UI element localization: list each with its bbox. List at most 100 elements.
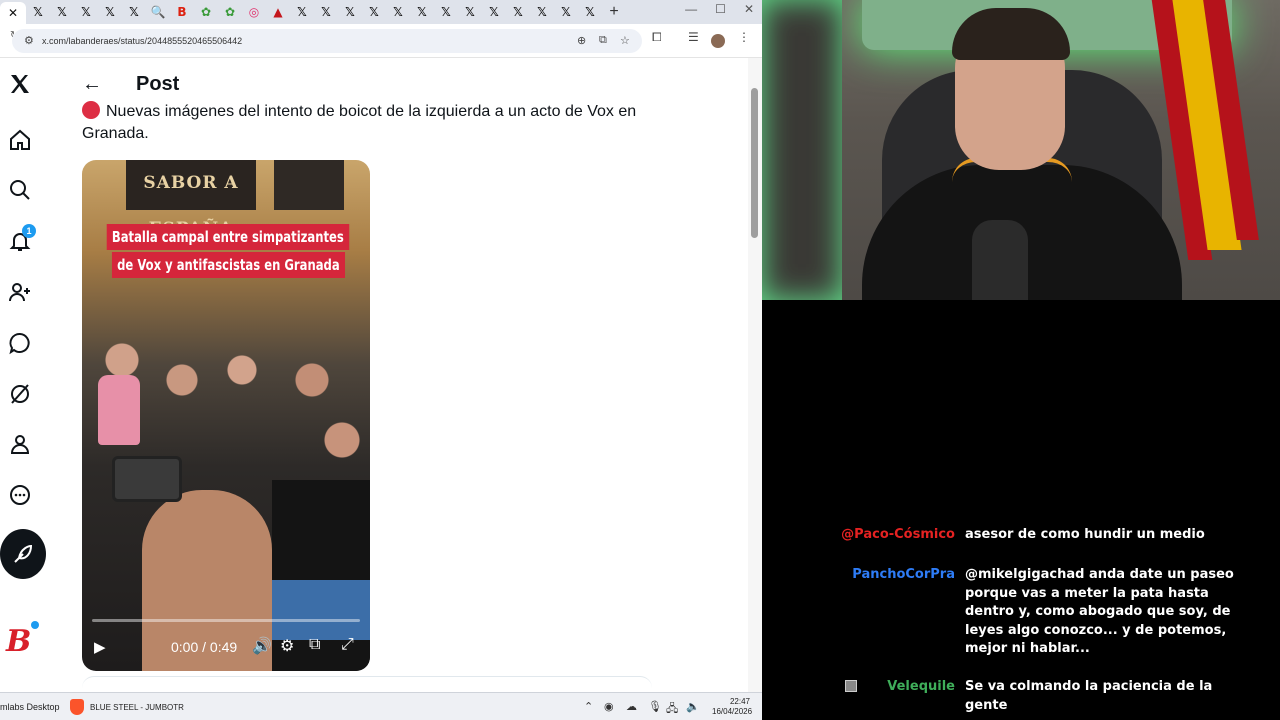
- red-circle-emoji-icon: [82, 101, 100, 119]
- search-icon[interactable]: [6, 176, 34, 204]
- video-progress-bar[interactable]: [92, 619, 360, 622]
- tray-app-icon[interactable]: ◉: [604, 700, 614, 713]
- messages-icon[interactable]: [6, 329, 34, 357]
- x-logo-icon[interactable]: 𝕏: [50, 2, 74, 22]
- post-text: Nuevas imágenes del intento de boicot de…: [82, 101, 642, 145]
- x-logo-icon[interactable]: 𝕏: [458, 2, 482, 22]
- bookmark-star-icon[interactable]: ☆: [620, 34, 630, 47]
- headline-line-2: de Vox y antifascistas en Granada: [111, 252, 345, 278]
- bluesky-b-icon[interactable]: B: [170, 2, 194, 22]
- x-logo-icon[interactable]: 𝕏: [554, 2, 578, 22]
- taskbar: mlabs Desktop BLUE STEEL - JUMBOTR ⌃ ◉ ☁…: [0, 692, 762, 720]
- address-bar[interactable]: ⚙ x.com/labanderaes/status/2044855520465…: [12, 29, 642, 53]
- reading-list-icon[interactable]: ☰: [688, 30, 699, 44]
- post-body: Nuevas imágenes del intento de boicot de…: [82, 103, 637, 142]
- maximize-icon[interactable]: ☐: [715, 2, 726, 16]
- follow-icon[interactable]: [6, 278, 34, 306]
- x-logo-icon[interactable]: 𝕏: [362, 2, 386, 22]
- back-arrow-icon[interactable]: ←: [82, 73, 102, 96]
- x-logo-icon[interactable]: 𝕏: [122, 2, 146, 22]
- grok-icon[interactable]: [6, 380, 34, 408]
- x-logo-icon[interactable]: [6, 70, 34, 98]
- page-title: Post: [136, 72, 180, 95]
- minimize-icon[interactable]: —: [685, 2, 697, 16]
- x-logo-icon[interactable]: 𝕏: [410, 2, 434, 22]
- menu-kebab-icon[interactable]: ⋮: [738, 30, 750, 44]
- clock[interactable]: 22:47 16/04/2026: [712, 697, 753, 717]
- pdf-icon[interactable]: ▲: [266, 2, 290, 22]
- clock-date: 16/04/2026: [712, 707, 753, 716]
- toolbar: ↻ ⚙ x.com/labanderaes/status/20448555204…: [0, 24, 762, 58]
- close-window-icon[interactable]: ✕: [744, 2, 754, 16]
- x-logo-icon[interactable]: 𝕏: [386, 2, 410, 22]
- video-controls: ▶ 0:00 / 0:49 🔊 ⚙ ⧉ ⤢: [82, 630, 370, 664]
- x-logo-icon[interactable]: 𝕏: [506, 2, 530, 22]
- x-logo-icon[interactable]: 𝕏: [578, 2, 602, 22]
- play-icon[interactable]: ▶: [94, 638, 106, 656]
- brave-browser-icon[interactable]: [70, 699, 84, 715]
- notification-badge: 1: [22, 224, 36, 238]
- x-logo-icon[interactable]: 𝕏: [98, 2, 122, 22]
- profile-icon[interactable]: [6, 430, 34, 458]
- webcam-feed: [762, 0, 1280, 300]
- compose-post-button[interactable]: [0, 529, 46, 579]
- feather-icon: [14, 544, 33, 563]
- microphone-icon[interactable]: 🎙: [648, 700, 662, 713]
- crowd-person: [98, 375, 140, 445]
- search-icon[interactable]: 🔍: [146, 2, 170, 22]
- close-icon[interactable]: ✕: [0, 2, 26, 24]
- tab-strip: ✕ 𝕏 𝕏 𝕏 𝕏 𝕏 🔍 B ✿ ✿ ◎ ▲ 𝕏 𝕏 𝕏 𝕏 𝕏 𝕏 𝕏 𝕏 𝕏 𝕏 𝕏 𝕏 𝕏 +: [0, 0, 762, 24]
- scrollbar-thumb[interactable]: [751, 88, 758, 238]
- chat-username: PanchoCorPra: [852, 567, 955, 582]
- window-controls: — ☐ ✕: [685, 2, 754, 16]
- site-settings-icon[interactable]: ⚙: [24, 34, 34, 47]
- home-icon[interactable]: [6, 126, 34, 154]
- chat-text: @mikelgigachad anda date un paseo porque…: [965, 567, 1234, 656]
- bluesky-extension-icon[interactable]: B: [6, 624, 31, 659]
- x-logo-icon[interactable]: 𝕏: [530, 2, 554, 22]
- zoom-icon[interactable]: ⊕: [577, 34, 586, 47]
- video-headline: Batalla campal entre simpatizantes de Vo…: [104, 224, 352, 278]
- chat-username: @Paco-Cósmico: [841, 527, 955, 542]
- leaf-icon[interactable]: ✿: [218, 2, 242, 22]
- x-logo-icon[interactable]: 𝕏: [290, 2, 314, 22]
- x-logo-icon[interactable]: 𝕏: [434, 2, 458, 22]
- url-text[interactable]: x.com/labanderaes/status/204485552046550…: [42, 36, 242, 46]
- taskbar-app-browser[interactable]: BLUE STEEL - JUMBOTR: [90, 703, 184, 712]
- browser-window: ✕𝕏𝕏𝕏𝕏𝕏🔍B✿✿◎▲𝕏𝕏𝕏𝕏𝕏𝕏𝕏𝕏𝕏𝕏𝕏𝕏𝕏+ — ☐ ✕ ↻ ⚙ x.c…: [0, 0, 762, 692]
- video-time: 0:00 / 0:49: [171, 639, 238, 655]
- x-logo-icon[interactable]: 𝕏: [74, 2, 98, 22]
- settings-gear-icon[interactable]: ⚙: [280, 636, 294, 656]
- cloud-icon[interactable]: ☁: [626, 700, 637, 713]
- fullscreen-icon[interactable]: ⤢: [341, 636, 354, 654]
- chat-badge-icon: [845, 680, 857, 692]
- video-player[interactable]: SABOR A ESPAÑA Batalla campal entre simp…: [82, 160, 370, 671]
- more-icon[interactable]: [6, 481, 34, 509]
- tray-chevron-icon[interactable]: ⌃: [584, 700, 593, 713]
- instagram-icon[interactable]: ◎: [242, 2, 266, 22]
- leaf-icon[interactable]: ✿: [194, 2, 218, 22]
- next-card: [82, 676, 652, 692]
- x-sidebar: 1: [0, 58, 60, 692]
- network-icon[interactable]: 🖧: [666, 700, 678, 719]
- phone-in-hand: [112, 456, 182, 502]
- install-app-icon[interactable]: ⧉: [599, 34, 607, 47]
- chat-username: Velequile: [887, 679, 955, 694]
- streamer-hair: [952, 8, 1070, 60]
- x-logo-icon[interactable]: 𝕏: [314, 2, 338, 22]
- x-logo-icon[interactable]: 𝕏: [26, 2, 50, 22]
- extensions-icon[interactable]: ⧠: [652, 30, 662, 45]
- x-logo-icon[interactable]: 𝕏: [482, 2, 506, 22]
- speaker-icon[interactable]: 🔈: [686, 700, 700, 713]
- microphone: [972, 220, 1028, 300]
- picture-in-picture-icon[interactable]: ⧉: [309, 636, 320, 654]
- display-shelf: [762, 0, 842, 300]
- scrollbar[interactable]: [748, 58, 762, 692]
- volume-icon[interactable]: 🔊: [252, 636, 272, 656]
- new-tab-button[interactable]: +: [602, 3, 626, 21]
- x-logo-icon[interactable]: 𝕏: [338, 2, 362, 22]
- taskbar-app-streamlabs[interactable]: mlabs Desktop: [0, 702, 60, 712]
- headline-line-1: Batalla campal entre simpatizantes: [106, 224, 350, 250]
- chat-text: Se va colmando la paciencia de la gente: [965, 679, 1213, 713]
- profile-avatar[interactable]: [711, 34, 725, 48]
